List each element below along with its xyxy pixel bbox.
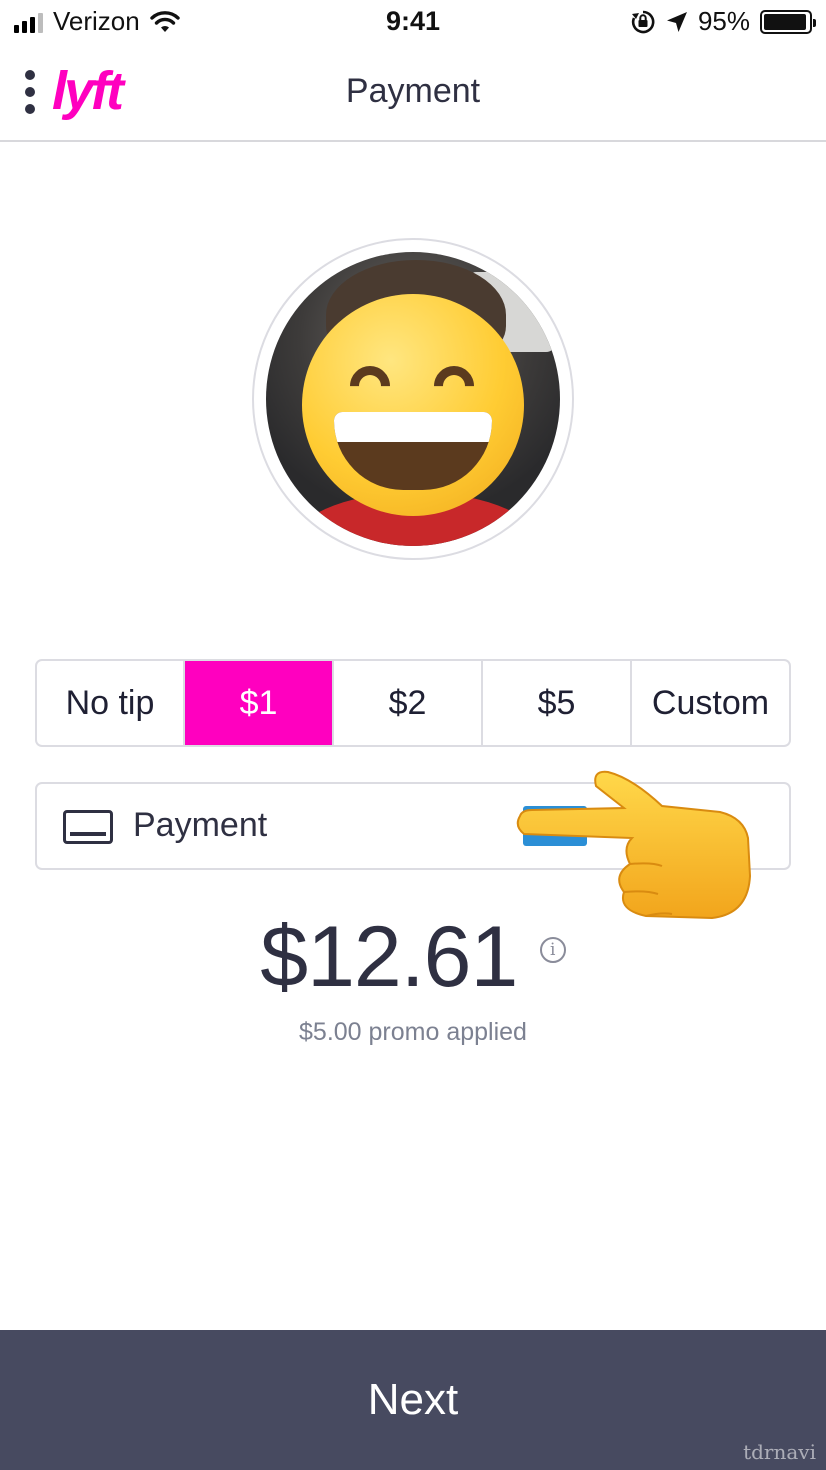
status-bar: Verizon 9:41 95%	[0, 0, 826, 46]
smiling-emoji-icon	[302, 294, 524, 516]
tip-option-5[interactable]: $5	[483, 661, 632, 745]
tip-selector: No tip $1 $2 $5 Custom	[35, 659, 791, 747]
fare-total: $12.61 i	[0, 908, 826, 1007]
status-right: 95%	[630, 6, 816, 37]
location-arrow-icon	[666, 11, 687, 32]
credit-card-icon	[63, 810, 113, 844]
battery-icon	[760, 9, 816, 34]
tip-option-no-tip[interactable]: No tip	[37, 661, 185, 745]
tip-option-custom[interactable]: Custom	[632, 661, 789, 745]
orientation-lock-icon	[631, 10, 655, 33]
tip-option-2[interactable]: $2	[334, 661, 483, 745]
battery-fill	[764, 13, 806, 30]
info-icon[interactable]: i	[539, 936, 566, 963]
battery-percent: 95%	[697, 6, 750, 36]
promo-note: $5.00 promo applied	[299, 1018, 527, 1046]
page-title: Payment	[345, 72, 481, 110]
next-button[interactable]: Next tdrnavi	[0, 1330, 826, 1470]
watermark: tdrnavi	[743, 1440, 816, 1464]
next-button-label: Next	[367, 1375, 459, 1424]
tip-option-1[interactable]: $1	[185, 661, 334, 745]
driver-avatar	[266, 252, 560, 546]
nav-bar: lyft Payment	[0, 46, 826, 142]
fare-amount: $12.61	[260, 909, 518, 1005]
payment-label: Payment	[133, 806, 268, 844]
pointing-hand-icon	[516, 770, 752, 920]
